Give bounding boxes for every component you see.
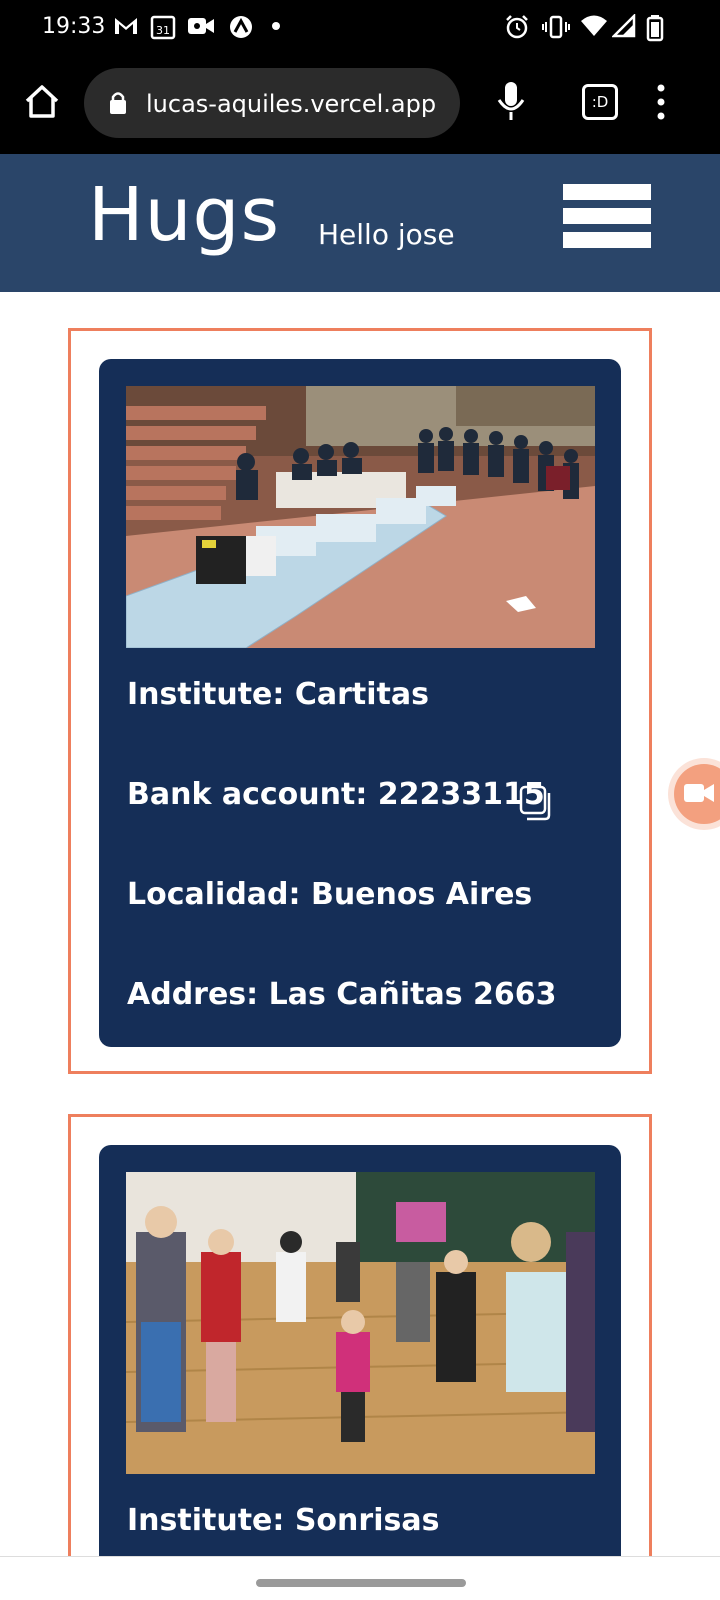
- institute-name: Institute: Sonrisas: [127, 1503, 440, 1538]
- url-text: lucas-aquiles.vercel.app: [146, 90, 437, 118]
- app-logo[interactable]: Hugs: [88, 172, 280, 258]
- institute-card-frame: Institute: Cartitas Bank account: 222331…: [68, 328, 652, 1074]
- hamburger-line: [563, 184, 651, 200]
- calendar-icon: 31: [150, 15, 176, 40]
- institute-card-frame: Institute: Sonrisas: [68, 1114, 652, 1556]
- institutes-list: Institute: Cartitas Bank account: 222331…: [0, 292, 720, 1556]
- institute-image: [126, 1172, 595, 1474]
- hamburger-line: [563, 232, 651, 248]
- vibrate-icon: [542, 15, 570, 39]
- more-options-icon[interactable]: [654, 82, 668, 122]
- user-greeting: Hello jose: [318, 218, 455, 251]
- locality: Localidad: Buenos Aires: [127, 877, 533, 912]
- institute-card[interactable]: Institute: Sonrisas: [99, 1145, 621, 1556]
- vpn-icon: [230, 16, 252, 38]
- battery-icon: [646, 15, 664, 42]
- lock-icon: [110, 92, 126, 114]
- status-bar: 19:33 31: [0, 0, 720, 56]
- wifi-icon: [581, 15, 607, 36]
- menu-button[interactable]: [563, 184, 651, 248]
- dot-icon: [272, 22, 280, 30]
- signal-icon: [612, 14, 636, 38]
- browser-toolbar: lucas-aquiles.vercel.app :D: [0, 56, 720, 154]
- video-call-icon: [188, 18, 214, 34]
- svg-text:31: 31: [156, 24, 170, 37]
- home-icon[interactable]: [22, 82, 62, 122]
- gmail-icon: [115, 18, 137, 34]
- app-header: Hugs Hello jose: [0, 154, 720, 292]
- navigation-gesture-area: [0, 1556, 720, 1600]
- institute-image: [126, 386, 595, 648]
- address: Addres: Las Cañitas 2663: [127, 977, 557, 1012]
- hamburger-line: [563, 208, 651, 224]
- tab-switcher-button[interactable]: :D: [582, 84, 618, 120]
- video-camera-icon: [684, 784, 714, 802]
- url-bar[interactable]: lucas-aquiles.vercel.app: [84, 68, 460, 138]
- bank-account: Bank account: 22233115: [127, 777, 545, 812]
- institute-name: Institute: Cartitas: [127, 677, 429, 712]
- alarm-icon: [506, 15, 528, 39]
- home-gesture-bar[interactable]: [256, 1579, 466, 1587]
- status-time: 19:33: [42, 14, 106, 39]
- institute-card[interactable]: Institute: Cartitas Bank account: 222331…: [99, 359, 621, 1047]
- copy-icon[interactable]: [519, 785, 555, 821]
- microphone-icon[interactable]: [496, 80, 526, 124]
